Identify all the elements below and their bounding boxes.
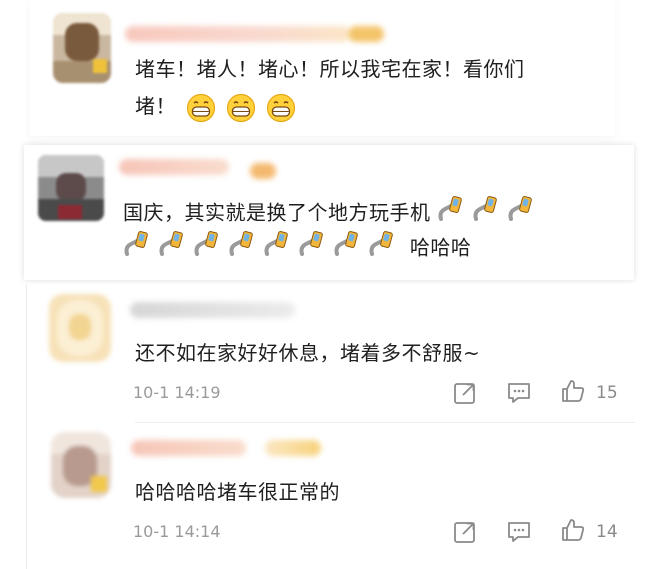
user-badge [348, 26, 384, 42]
thumbs-up-icon[interactable] [560, 517, 586, 543]
reply-divider [135, 422, 635, 423]
comment-text-line-1-text: 国庆，其实就是换了个地方玩手机 [123, 200, 431, 225]
reply-time: 10-1 14:14 [133, 522, 221, 541]
user-badge [250, 163, 276, 179]
avatar[interactable] [38, 155, 104, 221]
comment-text-line-2: 哈哈哈 [123, 230, 471, 268]
comment-icon[interactable] [506, 519, 532, 545]
phone-emoji-row [437, 196, 542, 225]
comment-icon[interactable] [506, 380, 532, 406]
comment-text-line-2-text: 哈哈哈 [409, 235, 472, 260]
phone-emoji-icon [507, 195, 533, 233]
phone-emoji-icon [333, 230, 359, 268]
share-icon[interactable] [452, 519, 478, 545]
comment-card-2: 国庆，其实就是换了个地方玩手机 哈哈哈 [24, 145, 634, 280]
reply-time: 10-1 14:19 [133, 383, 221, 402]
user-badge [265, 440, 321, 456]
avatar[interactable] [51, 432, 111, 498]
share-icon[interactable] [452, 380, 478, 406]
grinning-emoji-icon [266, 93, 295, 122]
phone-emoji-icon [298, 230, 324, 268]
phone-emoji-icon [472, 195, 498, 233]
phone-emoji-icon [368, 230, 394, 268]
username[interactable] [125, 26, 350, 42]
thumbs-up-icon[interactable] [560, 378, 586, 404]
phone-emoji-icon [263, 230, 289, 268]
comment-text-line-2-text: 堵！ [135, 94, 176, 118]
grinning-emoji-icon [186, 93, 215, 122]
phone-emoji-icon [158, 230, 184, 268]
like-count: 14 [596, 522, 618, 542]
username[interactable] [130, 302, 295, 318]
avatar[interactable] [53, 13, 111, 83]
reply-text: 还不如在家好好休息，堵着多不舒服~ [135, 341, 481, 365]
phone-emoji-icon [437, 195, 463, 233]
comment-card-1: 堵车！堵人！堵心！所以我宅在家！看你们 堵！ [30, 0, 615, 136]
phone-emoji-row [123, 231, 403, 260]
username[interactable] [119, 159, 229, 175]
grinning-emoji-icon [226, 93, 255, 122]
reply-text: 哈哈哈哈堵车很正常的 [135, 480, 340, 504]
phone-emoji-icon [123, 230, 149, 268]
comment-text-line-1: 堵车！堵人！堵心！所以我宅在家！看你们 [135, 57, 525, 81]
comment-text-line-2: 堵！ [135, 89, 296, 123]
phone-emoji-icon [228, 230, 254, 268]
like-count: 15 [596, 383, 618, 403]
comment-text-line-1: 国庆，其实就是换了个地方玩手机 [123, 195, 542, 233]
replies-panel: 还不如在家好好休息，堵着多不舒服~ 10-1 14:19 15 哈哈哈哈堵车很正… [26, 284, 637, 569]
avatar[interactable] [49, 294, 111, 362]
username[interactable] [131, 440, 246, 456]
phone-emoji-icon [193, 230, 219, 268]
